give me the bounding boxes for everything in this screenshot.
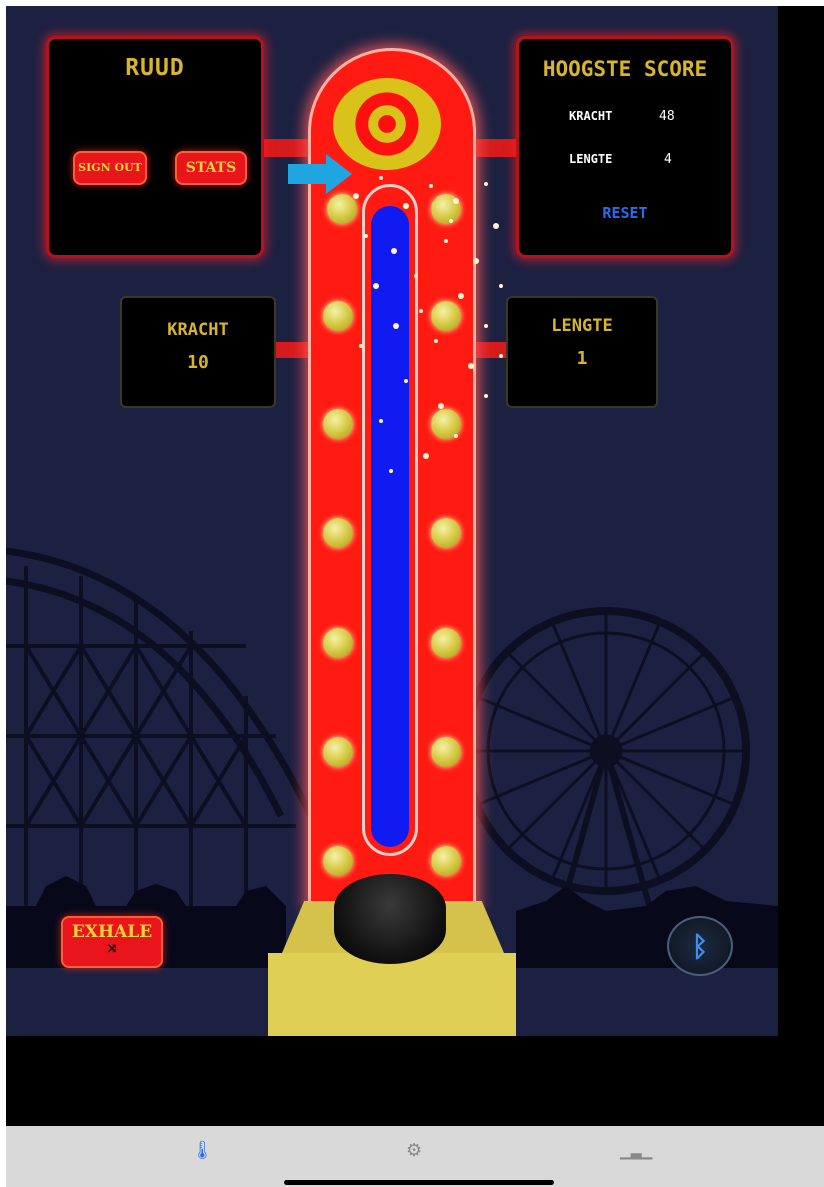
light-bulb xyxy=(323,628,353,658)
bluetooth-button[interactable]: ᛒ xyxy=(667,916,733,976)
reset-button[interactable]: RESET xyxy=(519,204,731,222)
stats-button[interactable]: STATS xyxy=(175,151,247,185)
light-bulb xyxy=(431,628,461,658)
username: RUUD xyxy=(125,55,185,81)
tab-meter[interactable]: 🌡 xyxy=(191,1140,214,1161)
current-kracht-value: 10 xyxy=(187,352,209,373)
home-indicator xyxy=(284,1180,554,1185)
exhale-label: EXHALE xyxy=(71,922,153,942)
light-bulb xyxy=(323,301,353,331)
light-bulb xyxy=(431,409,461,439)
arrow-icon xyxy=(288,154,352,194)
sign-out-button[interactable]: SIGN OUT xyxy=(73,151,147,185)
podium-icon: ▁▃▁ xyxy=(620,1144,653,1160)
highscore-panel: HOOGSTE SCORE KRACHT 48 LENGTE 4 RESET xyxy=(516,36,734,258)
hammer-base xyxy=(268,953,516,1036)
app-screen: RUUD SIGN OUT STATS HOOGSTE SCORE KRACHT… xyxy=(6,6,824,1187)
light-bulb xyxy=(323,518,353,548)
current-lengte-panel: LENGTE 1 xyxy=(506,296,658,408)
current-lengte-value: 1 xyxy=(576,348,588,369)
connector xyxy=(276,342,312,358)
highscore-kracht-value: 48 xyxy=(659,109,675,124)
light-bulb xyxy=(431,846,461,876)
exhale-button[interactable]: EXHALE ⤨ xyxy=(61,916,163,968)
highscore-kracht-label: KRACHT xyxy=(569,109,613,123)
light-bulb xyxy=(323,846,353,876)
striker-puck xyxy=(334,874,446,964)
connector xyxy=(472,139,520,157)
tab-bar: 🌡 ⚙ ▁▃▁ xyxy=(6,1126,824,1187)
current-kracht-label: KRACHT xyxy=(167,320,229,340)
current-kracht-panel: KRACHT 10 xyxy=(120,296,276,408)
light-bulb xyxy=(323,737,353,767)
gear-icon: ⚙ xyxy=(406,1140,423,1161)
light-bulb xyxy=(323,409,353,439)
thermometer-icon: 🌡 xyxy=(191,1140,214,1161)
shuffle-icon: ⤨ xyxy=(106,941,118,957)
light-bulb xyxy=(431,737,461,767)
game-area: RUUD SIGN OUT STATS HOOGSTE SCORE KRACHT… xyxy=(6,6,778,1036)
light-bulb xyxy=(431,301,461,331)
current-lengte-label: LENGTE xyxy=(551,316,613,336)
highscore-title: HOOGSTE SCORE xyxy=(542,57,708,81)
light-bulb xyxy=(431,194,461,224)
tab-settings[interactable]: ⚙ xyxy=(406,1140,422,1161)
meter-fill xyxy=(371,206,409,847)
tab-leaderboard[interactable]: ▁▃▁ xyxy=(620,1144,652,1160)
right-edge xyxy=(778,6,824,1036)
user-panel: RUUD SIGN OUT STATS xyxy=(46,36,264,258)
highscore-lengte-value: 4 xyxy=(664,152,672,167)
highscore-lengte-label: LENGTE xyxy=(569,152,613,166)
meter-tube xyxy=(362,184,418,856)
light-bulb xyxy=(327,194,357,224)
light-bulb xyxy=(431,518,461,548)
bluetooth-icon: ᛒ xyxy=(691,929,709,963)
